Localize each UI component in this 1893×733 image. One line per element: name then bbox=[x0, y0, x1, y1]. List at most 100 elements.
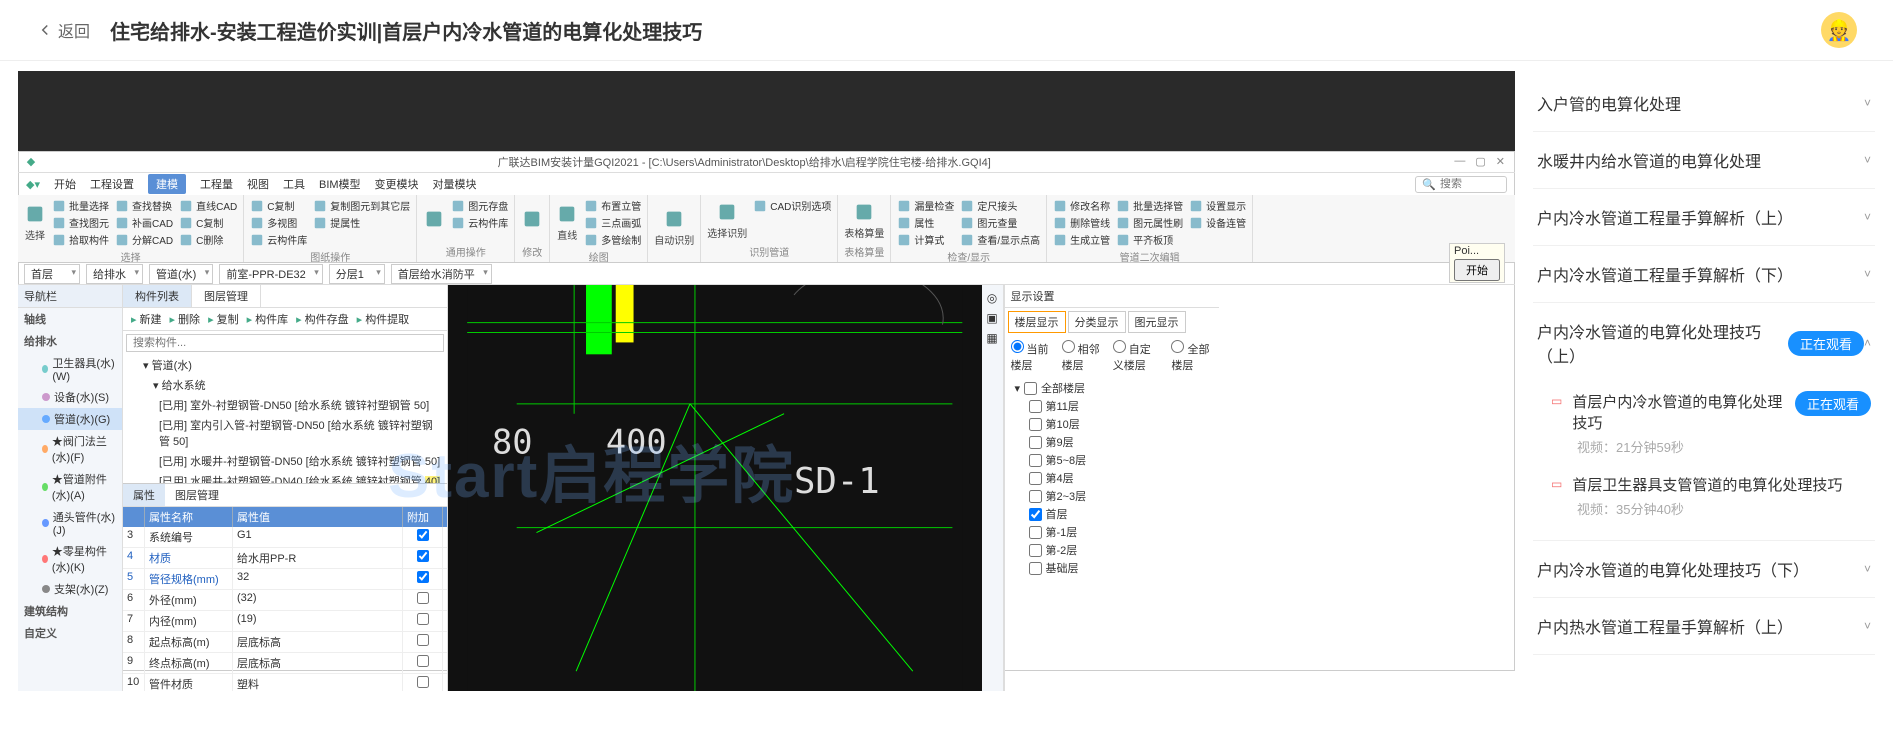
ribbon-btn[interactable]: 图元存盘 bbox=[451, 198, 508, 213]
ribbon-btn[interactable]: 属性 bbox=[897, 215, 954, 230]
ribbon-auto[interactable]: 自动识别 bbox=[654, 198, 694, 257]
chapter-header[interactable]: 户内冷水管道的电算化处理技巧（下）˅ bbox=[1533, 541, 1875, 597]
prop-checkbox[interactable] bbox=[417, 529, 429, 541]
menu-建模[interactable]: 建模 bbox=[148, 174, 186, 194]
props-row[interactable]: 4材质给水用PP-R bbox=[123, 548, 447, 569]
ribbon-line[interactable]: 直线 bbox=[556, 198, 578, 247]
toolbar-btn[interactable]: ▸构件存盘 bbox=[296, 311, 349, 327]
ribbon-cursor[interactable]: 选择 bbox=[24, 198, 46, 247]
toolbar-btn[interactable]: ▸删除 bbox=[170, 311, 201, 327]
ribbon-btn[interactable]: 分解CAD bbox=[115, 232, 173, 247]
scope-radio[interactable]: 自定义楼层 bbox=[1113, 340, 1162, 373]
ribbon-layers[interactable] bbox=[423, 198, 445, 242]
menu-变更模块[interactable]: 变更模块 bbox=[375, 176, 419, 192]
floor-root[interactable]: ▾ 全部楼层 bbox=[1011, 379, 1213, 397]
mid-tab[interactable]: 图层管理 bbox=[192, 285, 261, 307]
floor-item[interactable]: 第-1层 bbox=[1011, 523, 1213, 541]
floor-item[interactable]: 第-2层 bbox=[1011, 541, 1213, 559]
ribbon-btn[interactable]: 平齐板顶 bbox=[1116, 232, 1183, 247]
floor-item[interactable]: 第5~8层 bbox=[1011, 451, 1213, 469]
avatar[interactable]: 👷 bbox=[1821, 12, 1857, 48]
chapter-header[interactable]: 户内冷水管道的电算化处理技巧（上）正在观看˄ bbox=[1533, 303, 1875, 383]
nav-section[interactable]: 自定义 bbox=[18, 622, 122, 644]
ribbon-btn[interactable]: CAD识别选项 bbox=[753, 198, 831, 213]
toolbar-btn[interactable]: ▸构件提取 bbox=[357, 311, 410, 327]
ribbon-btn[interactable]: 生成立管 bbox=[1053, 232, 1110, 247]
nav-item[interactable]: 管道(水)(G) bbox=[18, 408, 122, 430]
nav-item[interactable]: ★零星构件(水)(K) bbox=[18, 540, 122, 578]
nav-item[interactable]: 设备(水)(S) bbox=[18, 386, 122, 408]
nav-section[interactable]: 给排水 bbox=[18, 330, 122, 352]
nav-item[interactable]: 支架(水)(Z) bbox=[18, 578, 122, 600]
props-row[interactable]: 7内径(mm)(19) bbox=[123, 611, 447, 632]
ribbon-btn[interactable]: 三点画弧 bbox=[584, 215, 641, 230]
compass-icon[interactable]: ◎ bbox=[987, 291, 997, 305]
ribbon-table[interactable]: 表格算量 bbox=[844, 198, 884, 242]
grid-icon[interactable]: ▦ bbox=[986, 331, 997, 345]
menu-工程量[interactable]: 工程量 bbox=[200, 176, 233, 192]
nav-item[interactable]: 卫生器具(水)(W) bbox=[18, 352, 122, 386]
tooltip-button[interactable]: 开始 bbox=[1454, 259, 1500, 281]
context-combo[interactable]: 首层给水消防平 bbox=[391, 264, 492, 284]
nav-item[interactable]: 通头管件(水)(J) bbox=[18, 506, 122, 540]
menu-对量模块[interactable]: 对量模块 bbox=[433, 176, 477, 192]
chapter-header[interactable]: 户内冷水管道工程量手算解析（上）˅ bbox=[1533, 189, 1875, 245]
nav-item[interactable]: ★管道附件(水)(A) bbox=[18, 468, 122, 506]
display-tab[interactable]: 楼层显示 bbox=[1008, 311, 1066, 333]
ribbon-btn[interactable]: 图元查量 bbox=[960, 215, 1040, 230]
drawing-canvas[interactable]: 80 400 SD-1 Start启程学院 bbox=[448, 285, 982, 691]
back-button[interactable]: 返回 bbox=[36, 18, 90, 42]
floor-item[interactable]: 第4层 bbox=[1011, 469, 1213, 487]
prop-checkbox[interactable] bbox=[417, 655, 429, 667]
minimize-icon[interactable]: — bbox=[1454, 155, 1465, 168]
search-input[interactable] bbox=[1440, 178, 1500, 190]
lesson-item[interactable]: ▭首层户内冷水管道的电算化处理技巧正在观看视频：21分钟59秒 bbox=[1533, 383, 1875, 466]
mid-tab[interactable]: 构件列表 bbox=[123, 285, 192, 307]
context-combo[interactable]: 给排水 bbox=[86, 264, 143, 284]
ribbon-btn[interactable]: 查找图元 bbox=[52, 215, 109, 230]
nav-section[interactable]: 轴线 bbox=[18, 308, 122, 330]
ribbon-btn[interactable]: 查找替换 bbox=[115, 198, 173, 213]
chapter-header[interactable]: 水暖井内给水管道的电算化处理˅ bbox=[1533, 132, 1875, 188]
ribbon-btn[interactable]: 布置立管 bbox=[584, 198, 641, 213]
tree-item[interactable]: [已用] 水暖井-衬塑钢管-DN50 [给水系统 镀锌衬塑钢管 50] bbox=[123, 451, 447, 471]
ribbon-btn[interactable]: 批量选择管 bbox=[1116, 198, 1183, 213]
ribbon-btn[interactable]: 直线CAD bbox=[179, 198, 237, 213]
props-row[interactable]: 6外径(mm)(32) bbox=[123, 590, 447, 611]
ribbon-btn[interactable]: 设置显示 bbox=[1189, 198, 1246, 213]
ribbon-btn[interactable]: 图元属性刷 bbox=[1116, 215, 1183, 230]
ribbon-btn[interactable]: 漏量检查 bbox=[897, 198, 954, 213]
maximize-icon[interactable]: ▢ bbox=[1475, 155, 1485, 168]
nav-item[interactable]: ★阀门法兰(水)(F) bbox=[18, 430, 122, 468]
context-combo[interactable]: 分层1 bbox=[329, 264, 385, 284]
chapter-header[interactable]: 户内冷水管道工程量手算解析（下）˅ bbox=[1533, 246, 1875, 302]
floor-item[interactable]: 第11层 bbox=[1011, 397, 1213, 415]
ribbon-btn[interactable]: 拾取构件 bbox=[52, 232, 109, 247]
floor-item[interactable]: 第2~3层 bbox=[1011, 487, 1213, 505]
ribbon-btn[interactable]: 计算式 bbox=[897, 232, 954, 247]
ribbon-btn[interactable]: 查看/显示点高 bbox=[960, 232, 1040, 247]
props-row[interactable]: 10管件材质塑料 bbox=[123, 674, 447, 691]
floor-item[interactable]: 基础层 bbox=[1011, 559, 1213, 577]
lesson-item[interactable]: ▭首层卫生器具支管管道的电算化处理技巧视频：35分钟40秒 bbox=[1533, 466, 1875, 528]
tree-item[interactable]: [已用] 水暖井-衬塑钢管-DN40 [给水系统 镀锌衬塑钢管 40] bbox=[123, 471, 447, 483]
ribbon-btn[interactable]: C删除 bbox=[179, 232, 237, 247]
chapter-header[interactable]: 户内热水管道工程量手算解析（上）˅ bbox=[1533, 598, 1875, 654]
context-combo[interactable]: 前室-PPR-DE32 bbox=[219, 264, 322, 284]
ribbon-btn[interactable]: 多视图 bbox=[250, 215, 307, 230]
menu-工程设置[interactable]: 工程设置 bbox=[90, 176, 134, 192]
tree-sub[interactable]: ▾ 给水系统 bbox=[123, 375, 447, 395]
ribbon-cut[interactable] bbox=[521, 198, 543, 242]
props-row[interactable]: 3系统编号G1 bbox=[123, 527, 447, 548]
ribbon-btn[interactable]: 修改名称 bbox=[1053, 198, 1110, 213]
floor-item[interactable]: 第10层 bbox=[1011, 415, 1213, 433]
toolbar-btn[interactable]: ▸新建 bbox=[131, 311, 162, 327]
menu-工具[interactable]: 工具 bbox=[283, 176, 305, 192]
ribbon-btn[interactable]: 补画CAD bbox=[115, 215, 173, 230]
context-combo[interactable]: 首层 bbox=[24, 264, 80, 284]
ribbon-btn[interactable]: 云构件库 bbox=[451, 215, 508, 230]
ribbon-btn[interactable]: C复制 bbox=[179, 215, 237, 230]
floor-item[interactable]: 首层 bbox=[1011, 505, 1213, 523]
ribbon-btn[interactable]: 多管绘制 bbox=[584, 232, 641, 247]
menu-视图[interactable]: 视图 bbox=[247, 176, 269, 192]
